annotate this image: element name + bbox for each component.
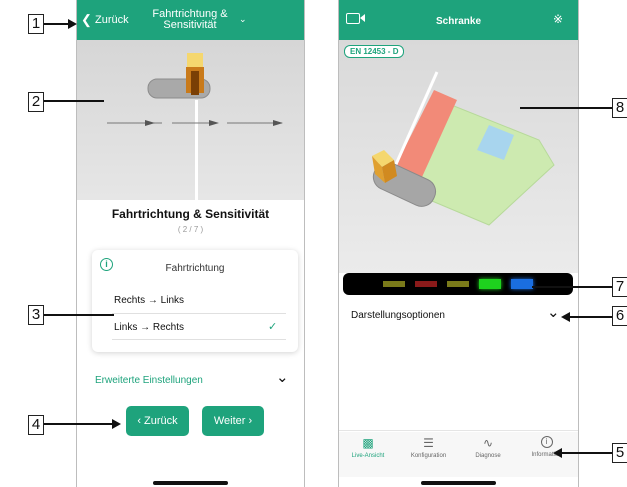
checkmark-icon: ✓: [268, 321, 278, 333]
car-icon: ▩: [362, 436, 374, 450]
callout-7: 7: [612, 277, 627, 297]
sensor-segment: [383, 281, 405, 287]
callout-4: 4: [28, 415, 44, 435]
left-phone-screen: ❮ Zurück Fahrtrichtung & Sensitivität ⌄ …: [76, 0, 305, 487]
chevron-down-icon[interactable]: ⌄: [239, 14, 247, 25]
sensor-segment: [479, 279, 501, 289]
callout-8: 8: [612, 98, 627, 118]
tab-label: Live-Ansicht: [351, 453, 385, 459]
callout-5: 5: [612, 443, 627, 463]
info-icon: i: [540, 436, 553, 448]
callout-2-line: [44, 100, 104, 102]
home-indicator: [153, 481, 228, 485]
section-title: Fahrtrichtung & Sensitivität: [111, 207, 270, 221]
chevron-down-icon[interactable]: ⌄: [276, 368, 289, 386]
back-button-label: Zurück: [144, 415, 178, 427]
card-title: Fahrtrichtung: [165, 263, 225, 274]
display-options-label[interactable]: Darstellungsoptionen: [351, 310, 445, 321]
next-button-label: Weiter: [213, 415, 246, 427]
callout-6: 6: [612, 306, 627, 326]
callout-6-line: [568, 316, 612, 318]
back-button[interactable]: ‹ Zurück: [126, 406, 189, 436]
step-indicator: ( 2 / 7 ): [177, 225, 204, 234]
tab-diagnosis[interactable]: ∿ Diagnose: [463, 436, 513, 459]
callout-1-arrow: [68, 19, 77, 29]
option-divider: [112, 313, 286, 314]
callout-2: 2: [28, 92, 44, 112]
sliders-icon: ☰: [423, 436, 434, 450]
tab-bar-divider: [339, 430, 578, 431]
line-chart-icon: ∿: [482, 436, 494, 450]
chevron-left-icon[interactable]: ❮: [81, 13, 92, 26]
tab-label: Diagnose: [475, 453, 501, 459]
callout-1: 1: [28, 14, 44, 34]
chevron-right-icon: ›: [248, 415, 253, 427]
option-right-to-left[interactable]: Rechts → Links: [114, 295, 184, 306]
chevron-left-icon: ‹: [137, 415, 141, 427]
sensor-segment: [415, 281, 437, 287]
option-left-to-right[interactable]: Links → Rechts: [114, 322, 184, 333]
callout-5-line: [560, 452, 612, 454]
standard-badge: EN 12453 - D: [344, 45, 405, 58]
direction-card: i Fahrtrichtung Rechts → Links Links → R…: [92, 250, 298, 352]
sensor-segment: [447, 281, 469, 287]
tab-live-view[interactable]: ▩ Live-Ansicht: [343, 436, 393, 459]
right-phone-screen: Schranke ※ EN 12453 - D Darstellungsopti…: [338, 0, 579, 487]
tab-label: Konfiguration: [410, 453, 447, 459]
callout-3-line: [44, 314, 114, 316]
callout-4-arrow: [112, 419, 121, 429]
header-title: Schranke: [435, 16, 482, 27]
callout-7-line: [532, 286, 612, 288]
callout-3: 3: [28, 305, 44, 325]
live-3d-graphic: [372, 71, 555, 226]
advanced-settings-link[interactable]: Erweiterte Einstellungen: [95, 375, 203, 386]
option-divider: [112, 339, 286, 340]
direction-preview-graphic: [107, 53, 283, 200]
sensor-segment: [511, 279, 533, 289]
tab-information[interactable]: i Information: [519, 436, 574, 458]
tab-configuration[interactable]: ☰ Konfiguration: [401, 436, 456, 459]
callout-4-line: [44, 423, 114, 425]
header-title-line2: Sensitivität: [163, 19, 217, 31]
tab-bar: ▩ Live-Ansicht ☰ Konfiguration ∿ Diagnos…: [339, 432, 578, 477]
live-3d-view: EN 12453 - D: [339, 40, 578, 273]
callout-8-line: [520, 107, 612, 109]
next-button[interactable]: Weiter ›: [202, 406, 264, 436]
callout-5-arrow: [553, 448, 562, 458]
callout-6-arrow: [561, 312, 570, 322]
sensor-color-bar: [343, 273, 573, 295]
chevron-down-icon[interactable]: ⌄: [547, 303, 560, 321]
back-link[interactable]: Zurück: [95, 14, 129, 26]
direction-preview: [77, 40, 304, 200]
callout-1-line: [44, 23, 71, 25]
bluetooth-off-icon[interactable]: ※: [553, 13, 563, 25]
home-indicator: [421, 481, 496, 485]
